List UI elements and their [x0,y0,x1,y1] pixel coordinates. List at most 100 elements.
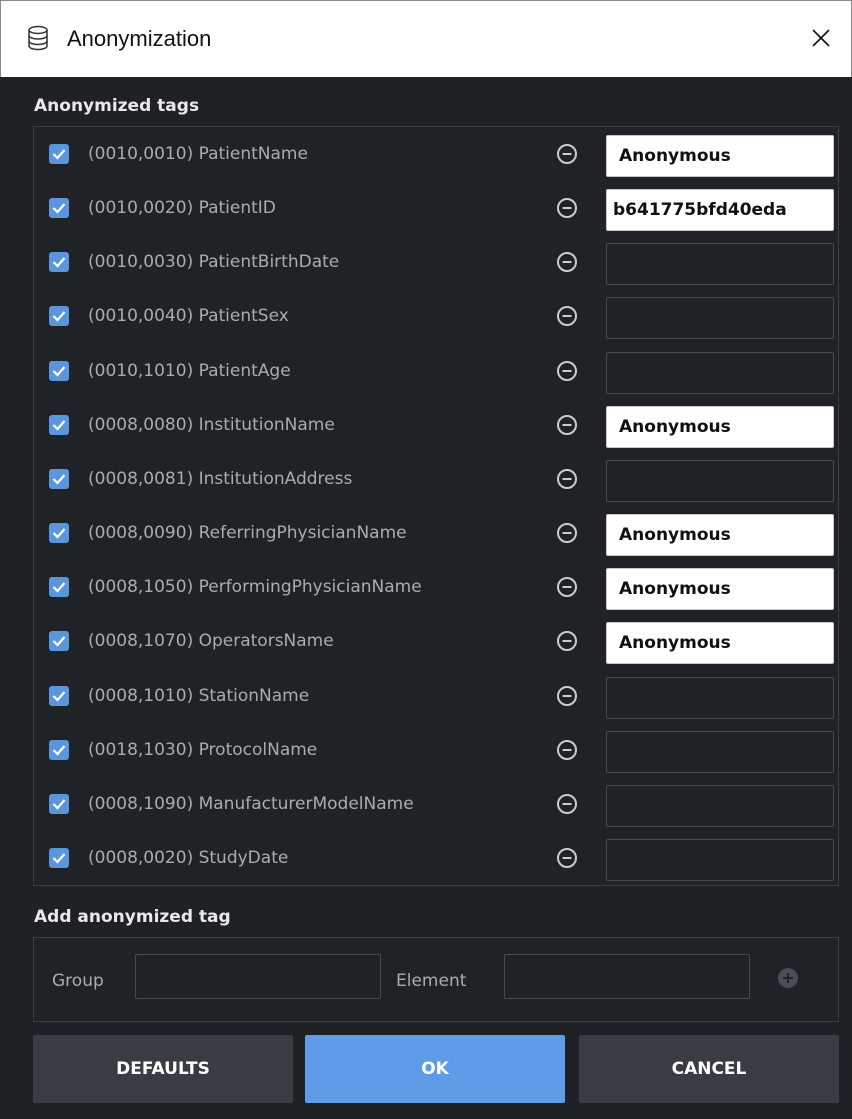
anonymization-dialog: Anonymization Anonymized tags (0010,0010… [0,0,852,1119]
add-tag-panel: Group Element [33,937,839,1022]
tag-row: (0008,0090) ReferringPhysicianName Anonym… [34,509,838,559]
checkmark-icon [52,582,66,593]
close-icon [811,28,831,52]
tag-checkbox[interactable] [49,685,69,706]
tag-value-input[interactable] [606,243,834,286]
minus-circle-icon [557,468,577,489]
tag-label: (0008,1090) ManufacturerModelName [88,793,414,814]
remove-tag-button[interactable] [556,739,578,761]
remove-tag-button[interactable] [556,468,578,490]
checkmark-icon [52,420,66,431]
remove-tag-button[interactable] [556,576,578,598]
tag-value-input[interactable] [606,676,834,719]
tag-value-input[interactable] [606,297,834,340]
tag-label: (0010,1010) PatientAge [88,360,291,381]
remove-tag-button[interactable] [556,305,578,327]
remove-tag-button[interactable] [556,630,578,652]
tag-checkbox[interactable] [49,252,69,273]
tag-row: (0008,0081) InstitutionAddress [34,455,838,505]
tag-checkbox[interactable] [49,360,69,381]
minus-circle-icon [557,847,577,868]
tag-row: (0008,1090) ManufacturerModelName [34,780,838,830]
minus-circle-icon [557,739,577,760]
tag-checkbox[interactable] [49,847,69,868]
tag-checkbox[interactable] [49,631,69,652]
tag-label: (0018,1030) ProtocolName [88,739,318,760]
tag-value-input[interactable]: Anonymous [606,514,834,557]
tag-label: (0008,1050) PerformingPhysicianName [88,577,422,598]
checkmark-icon [52,799,66,810]
remove-tag-button[interactable] [556,414,578,436]
minus-circle-icon [557,793,577,814]
add-tag-heading: Add anonymized tag [34,907,231,927]
minus-circle-icon [557,685,577,706]
tag-checkbox[interactable] [49,739,69,760]
remove-tag-button[interactable] [556,251,578,273]
checkmark-icon [52,474,66,485]
tag-value-input[interactable]: Anonymous [606,568,834,611]
title-bar: Anonymization [0,0,852,77]
tag-value-input[interactable] [606,784,834,827]
tag-label: (0008,0080) InstitutionName [88,414,335,435]
tag-label: (0008,0020) StudyDate [88,847,289,868]
tag-label: (0010,0010) PatientName [88,144,308,164]
add-tag-button[interactable] [777,967,799,989]
defaults-button[interactable]: DEFAULTS [33,1035,293,1103]
cancel-button[interactable]: CANCEL [579,1035,839,1103]
tag-label: (0010,0040) PatientSex [88,306,289,327]
element-input[interactable] [504,954,750,999]
tag-checkbox[interactable] [49,523,69,544]
close-button[interactable] [791,1,851,78]
tag-checkbox[interactable] [49,468,69,489]
tag-checkbox[interactable] [49,577,69,598]
ok-button[interactable]: OK [305,1035,565,1103]
tag-checkbox[interactable] [49,414,69,435]
remove-tag-button[interactable] [556,143,578,165]
tag-value-input[interactable] [606,730,834,773]
tag-row: (0010,0030) PatientBirthDate [34,238,838,288]
tag-value-input[interactable]: b641775bfd40eda [606,189,834,232]
checkmark-icon [52,744,66,756]
tag-checkbox[interactable] [49,198,69,219]
remove-tag-button[interactable] [556,847,578,869]
database-icon [27,25,49,51]
tag-value-input[interactable]: Anonymous [606,405,834,448]
anonymized-tags-heading: Anonymized tags [34,96,200,116]
element-label: Element [396,971,467,991]
anonymized-tags-list: (0010,0010) PatientName Anonymous (0010,00… [33,126,839,886]
group-input[interactable] [135,954,381,999]
remove-tag-button[interactable] [556,522,578,544]
checkmark-icon [52,528,66,539]
tag-value-input[interactable] [606,351,834,394]
tag-label: (0008,0081) InstitutionAddress [88,468,353,489]
tag-value-input[interactable]: Anonymous [606,135,834,177]
tag-checkbox[interactable] [49,144,69,164]
minus-circle-icon [557,144,577,164]
tag-row: (0008,1050) PerformingPhysicianName Anony… [34,563,838,613]
tag-value-input[interactable] [606,838,834,881]
checkmark-icon [52,690,66,702]
remove-tag-button[interactable] [556,197,578,219]
tag-row: (0008,1070) OperatorsName Anonymous [34,617,838,667]
remove-tag-button[interactable] [556,685,578,707]
tag-row: (0018,1030) ProtocolName [34,726,838,776]
tag-row: (0010,0020) PatientID b641775bfd40eda [34,184,838,234]
tag-label: (0008,0090) ReferringPhysicianName [88,523,407,544]
tag-label: (0008,1070) OperatorsName [88,631,334,652]
minus-circle-icon [557,252,577,273]
remove-tag-button[interactable] [556,360,578,382]
minus-circle-icon [557,414,577,435]
minus-circle-icon [557,198,577,219]
checkmark-icon [52,203,66,214]
remove-tag-button[interactable] [556,793,578,815]
tag-label: (0008,1010) StationName [88,685,310,706]
checkmark-icon [52,636,66,647]
minus-circle-icon [557,577,577,598]
tag-value-input[interactable] [606,459,834,502]
tag-checkbox[interactable] [49,306,69,327]
checkmark-icon [52,149,66,160]
group-label: Group [52,971,104,991]
minus-circle-icon [557,360,577,381]
tag-checkbox[interactable] [49,793,69,814]
tag-value-input[interactable]: Anonymous [606,622,834,665]
